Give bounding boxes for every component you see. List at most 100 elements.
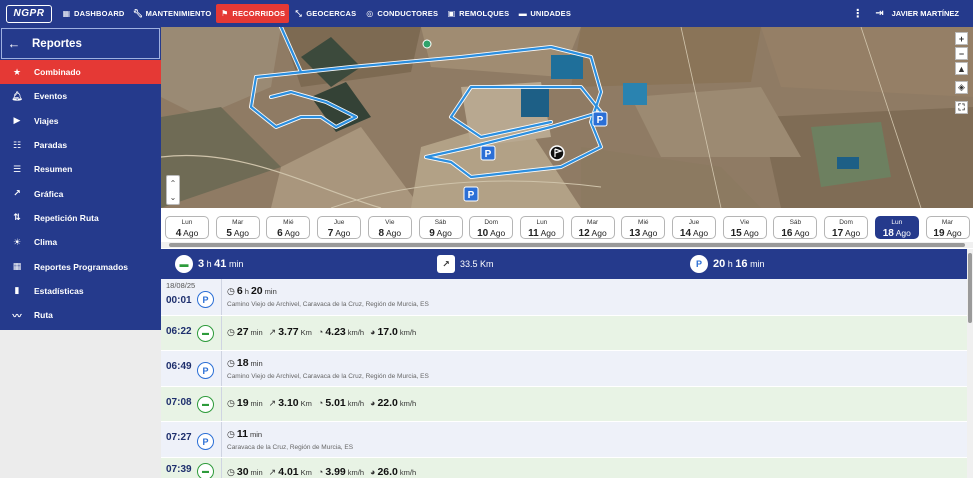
date-chip[interactable]: Mié 13 Ago [621, 216, 666, 239]
date-chip[interactable]: Mar 12 Ago [570, 216, 615, 239]
app-logo[interactable]: NGPR [6, 4, 52, 23]
date-chip[interactable]: Mar 5 Ago [215, 216, 260, 239]
date-chip[interactable]: Lun 4 Ago [165, 216, 209, 239]
compass-icon[interactable]: ▲ [955, 62, 968, 75]
distance: ↗ 4.01 Km [269, 466, 312, 478]
date-number: 12 [578, 227, 590, 239]
sidebar-item-grafica[interactable]: ↗ Gráfica [0, 181, 161, 205]
route-icon: 〰 [12, 310, 22, 321]
date-chip[interactable]: Mié 6 Ago [266, 216, 311, 239]
parking-icon: P [197, 291, 214, 308]
parking-marker-1: P [480, 145, 496, 161]
date-chip[interactable]: Lun 11 Ago [519, 216, 564, 239]
nav-dashboard[interactable]: ▦ DASHBOARD [58, 4, 129, 23]
map-scroll-control[interactable]: ⌃ ⌄ [166, 175, 180, 205]
max-speed-value: 17.0 [377, 326, 398, 338]
sidebar-item-label: Gráfica [34, 188, 64, 199]
more-vert-icon[interactable]: ⋮ [852, 7, 863, 20]
nav-recorridos[interactable]: ⚑ RECORRIDOS [216, 4, 290, 23]
unit-min: min [750, 259, 765, 269]
date-day: Jue [333, 219, 345, 226]
sidebar-item-eventos[interactable]: 🔔︎ Eventos [0, 84, 161, 108]
sidebar-item-estadisticas[interactable]: ▮ Estadísticas [0, 279, 161, 303]
timeline-divider [221, 387, 222, 421]
play-icon: ▶ [13, 115, 21, 126]
sidebar-item-label: Viajes [34, 115, 59, 126]
chevron-up-icon[interactable]: ⌃ [170, 179, 177, 188]
clock-icon: ◷ [227, 397, 235, 408]
driving-hours: 3 [198, 258, 205, 270]
chevron-down-icon[interactable]: ⌄ [170, 193, 177, 202]
list-item-stop[interactable]: 06:49 P ◷ 18 min Camino Viejo de Archivel,… [161, 351, 967, 387]
sidebar-item-combinado[interactable]: ★ Combinado [0, 60, 161, 85]
nav-remolques[interactable]: ▣ REMOLQUES [443, 4, 513, 23]
sidebar-item-reportes-programados[interactable]: ▦ Reportes Programados [0, 254, 161, 278]
logout-icon[interactable]: ⇥ [875, 8, 883, 19]
sidebar-header: ← Reportes [1, 28, 160, 59]
sidebar-item-label: Paradas [34, 140, 68, 151]
list-item-trip[interactable]: 07:08 ▬ ◷ 19 min ↗ 3.10 Km ◔ 5.01 km/h ◕ 22.0 km… [161, 387, 967, 422]
date-number: 4 [175, 227, 182, 239]
list-item-trip[interactable]: 06:22 ▬ ◷ 27 min ↗ 3.77 Km ◔ 4.23 km/h ◕ 17.0 km… [161, 316, 967, 351]
clock-icon: ◷ [227, 326, 235, 337]
route-map[interactable]: P P P + − ▲ ◈ ⛶ ⌃ ⌄ [161, 27, 973, 208]
sidebar-item-resumen[interactable]: ☰ Resumen [0, 157, 161, 181]
scrollbar-thumb[interactable] [169, 243, 965, 247]
date-chip[interactable]: Vie 15 Ago [722, 216, 767, 239]
unit-km: Km [480, 259, 494, 269]
sidebar-item-label: Clima [34, 237, 58, 248]
nav-geocercas[interactable]: ⤡ GEOCERCAS [290, 4, 360, 23]
date-number: 16 [781, 227, 793, 239]
nav-conductores[interactable]: ◎ CONDUCTORES [361, 4, 442, 23]
star-icon: ★ [12, 66, 22, 77]
sidebar-item-repeticion-ruta[interactable]: ⇅ Repetición Ruta [0, 206, 161, 230]
sidebar-item-clima[interactable]: ☀ Clima [0, 230, 161, 254]
list-item-trip[interactable]: 07:39 ▬ ◷ 30 min ↗ 4.01 Km ◔ 3.99 km/h ◕ 26.0 km… [161, 458, 967, 478]
zoom-out-button[interactable]: − [955, 47, 968, 60]
nav-mantenimiento[interactable]: 🔧︎ MANTENIMIENTO [130, 4, 216, 23]
sidebar-item-label: Repetición Ruta [34, 212, 99, 223]
duration-minutes: 18 [236, 357, 249, 369]
date-chip[interactable]: Sáb 9 Ago [418, 216, 463, 239]
date-chip[interactable]: Vie 8 Ago [367, 216, 412, 239]
nav-unidades[interactable]: ▬ UNIDADES [514, 4, 575, 23]
summary-parked: P 20 h 16 min [690, 249, 765, 279]
layers-icon[interactable]: ◈ [955, 81, 968, 94]
sidebar-item-viajes[interactable]: ▶ Viajes [0, 109, 161, 133]
user-area: ⋮ ⇥ JAVIER MARTÍNEZ [852, 0, 959, 27]
back-arrow-icon[interactable]: ← [2, 36, 26, 51]
user-name[interactable]: JAVIER MARTÍNEZ [892, 9, 959, 18]
date-day: Vie [740, 219, 750, 226]
date-chip[interactable]: Sáb 16 Ago [773, 216, 818, 239]
date-chip[interactable]: Dom 17 Ago [824, 216, 869, 239]
sidebar-item-ruta[interactable]: 〰 Ruta [0, 303, 161, 327]
duration: ◷ 30 min [227, 466, 263, 478]
date-chip[interactable]: Jue 7 Ago [317, 216, 362, 239]
date-chip[interactable]: Lun 18 Ago [874, 216, 919, 239]
speedometer-icon: ◔ [317, 327, 324, 337]
horizontal-scrollbar[interactable] [161, 242, 973, 248]
date-chip[interactable]: Jue 14 Ago [672, 216, 716, 239]
duration: ◷ 11 min [227, 428, 262, 440]
clock-icon: ◷ [227, 466, 235, 477]
date-number: 14 [679, 227, 692, 239]
duration: ◷ 27 min [227, 326, 263, 338]
event-time: 06:22 [166, 326, 192, 337]
duration: ◷ 6 h 20 min [227, 285, 277, 297]
list-item-stop[interactable]: 18/08/25 00:01 P ◷ 6 h 20 min Camino Viejo … [161, 279, 967, 316]
sidebar-item-paradas[interactable]: ☷ Paradas [0, 133, 161, 157]
distance: ↗ 3.77 Km [269, 326, 312, 338]
trailer-icon: ▣ [447, 9, 456, 18]
date-chip[interactable]: Dom 10 Ago [469, 216, 514, 239]
max-speed-value: 22.0 [377, 397, 398, 409]
date-day: Mié [283, 219, 294, 226]
car-icon: ▬ [197, 325, 214, 342]
trend-icon: ↗ [268, 326, 277, 337]
date-chip[interactable]: Mar 19 Ago [925, 216, 970, 239]
vertical-scrollbar[interactable] [967, 249, 973, 478]
flag-marker [549, 145, 565, 161]
fullscreen-icon[interactable]: ⛶ [955, 101, 968, 114]
zoom-in-button[interactable]: + [955, 32, 968, 45]
list-item-stop[interactable]: 07:27 P ◷ 11 min Caravaca de la Cruz, Regi… [161, 422, 967, 458]
scrollbar-thumb[interactable] [968, 253, 972, 323]
